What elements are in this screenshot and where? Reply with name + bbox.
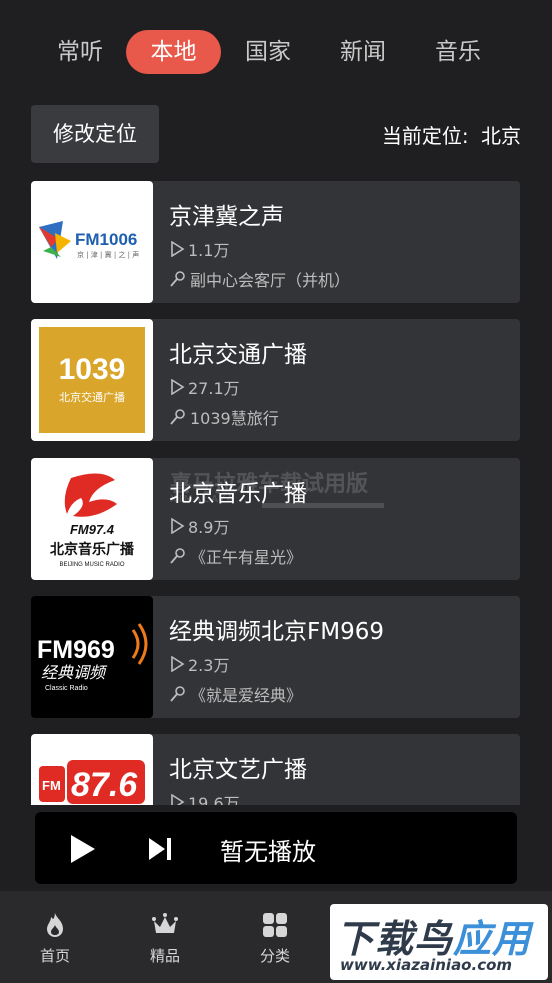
microphone-icon <box>170 548 185 564</box>
logo-subtext: 经典调频 <box>41 663 108 682</box>
station-title: 京津冀之声 <box>169 204 284 230</box>
category-tabs: 常听 本地 国家 新闻 音乐 <box>0 30 552 76</box>
next-button[interactable] <box>147 836 173 862</box>
logo-subtext: 87.6 <box>71 766 138 804</box>
nav-home[interactable]: 首页 <box>0 891 110 983</box>
station-title: 经典调频北京FM969 <box>169 619 384 645</box>
tab-news[interactable]: 新闻 <box>328 30 398 74</box>
station-item[interactable]: FM97.4 北京音乐广播 BEIJING MUSIC RADIO 北京音乐广播… <box>31 458 520 580</box>
play-count-value: 8.9万 <box>188 518 230 537</box>
trial-watermark-bar <box>262 503 384 508</box>
play-count-value: 27.1万 <box>188 379 240 398</box>
logo-subtext-2: Classic Radio <box>45 685 88 692</box>
station-list[interactable]: FM1006 京 | 津 | 冀 | 之 | 声 京津冀之声 1.1万 副中心会… <box>31 181 520 805</box>
logo-text: FM1006 <box>75 230 137 249</box>
station-logo: FM97.4 北京音乐广播 BEIJING MUSIC RADIO <box>31 458 153 580</box>
play-count-value: 1.1万 <box>188 241 230 260</box>
microphone-icon <box>170 409 185 425</box>
station-logo: 1039 北京交通广播 <box>31 319 153 441</box>
station-logo: FM1006 京 | 津 | 冀 | 之 | 声 <box>31 181 153 303</box>
logo-text: FM969 <box>37 636 115 664</box>
play-icon <box>71 835 95 863</box>
logo-text: 1039 <box>59 353 126 386</box>
now-playing-status: 暂无播放 <box>220 838 316 866</box>
logo-text: FM97.4 <box>70 522 115 537</box>
play-count: 8.9万 <box>169 514 229 538</box>
site-watermark-url: www.xiazainiao.com <box>340 956 513 974</box>
play-button[interactable] <box>65 832 99 866</box>
site-watermark-main: 下载鸟 <box>336 917 454 961</box>
play-count-icon <box>171 656 185 672</box>
nav-premium-label: 精品 <box>149 947 180 965</box>
site-watermark-logo: 下载鸟应用 www.xiazainiao.com <box>330 904 548 980</box>
microphone-icon <box>170 271 185 287</box>
play-count-icon <box>171 794 185 805</box>
station-logo: FM 87.6 <box>31 734 153 805</box>
nav-premium[interactable]: 精品 <box>110 891 220 983</box>
current-location-city: 北京 <box>481 124 521 148</box>
logo-subtext: 北京音乐广播 <box>50 541 135 558</box>
play-count: 2.3万 <box>169 652 229 676</box>
site-watermark-title: 下载鸟应用 <box>336 908 531 963</box>
play-count-value: 2.3万 <box>188 656 230 675</box>
logo-subtext: 京 | 津 | 冀 | 之 | 声 <box>77 250 139 259</box>
station-logo: FM969 经典调频 Classic Radio <box>31 596 153 718</box>
station-title: 北京文艺广播 <box>169 757 307 783</box>
logo-text: FM <box>42 778 61 793</box>
station-item[interactable]: FM969 经典调频 Classic Radio 经典调频北京FM969 2.3… <box>31 596 520 718</box>
station-item[interactable]: 1039 北京交通广播 北京交通广播 27.1万 1039慧旅行 <box>31 319 520 441</box>
host-line: 《正午有星光》 <box>169 544 302 568</box>
play-count: 27.1万 <box>169 375 240 399</box>
play-count-icon <box>171 518 185 534</box>
host-line: 《就是爱经典》 <box>169 682 302 706</box>
host-line: 1039慧旅行 <box>169 405 279 429</box>
tab-national[interactable]: 国家 <box>233 30 303 74</box>
host-name: 副中心会客厅（并机） <box>190 271 351 290</box>
nav-home-label: 首页 <box>39 947 70 965</box>
play-count-icon <box>171 241 185 257</box>
host-name: 《就是爱经典》 <box>190 686 303 705</box>
microphone-icon <box>170 686 185 702</box>
current-location: 当前定位: 北京 <box>382 120 521 149</box>
site-watermark-accent: 应用 <box>453 917 532 961</box>
play-count: 1.1万 <box>169 237 229 261</box>
nav-categories-label: 分类 <box>259 947 290 965</box>
tab-frequent[interactable]: 常听 <box>45 30 115 74</box>
logo-subtext-2: BEIJING MUSIC RADIO <box>59 562 124 568</box>
logo-subtext: 北京交通广播 <box>59 390 125 404</box>
flame-icon <box>47 913 63 937</box>
skip-next-icon <box>149 838 171 860</box>
station-item[interactable]: FM1006 京 | 津 | 冀 | 之 | 声 京津冀之声 1.1万 副中心会… <box>31 181 520 303</box>
nav-categories[interactable]: 分类 <box>220 891 330 983</box>
tab-music[interactable]: 音乐 <box>423 30 493 74</box>
play-count-value: 19.6万 <box>188 794 240 805</box>
tab-local[interactable]: 本地 <box>126 30 221 74</box>
current-location-label: 当前定位: <box>381 124 469 148</box>
crown-icon <box>152 913 178 933</box>
host-name: 《正午有星光》 <box>190 548 303 567</box>
mini-player: 暂无播放 <box>35 812 517 884</box>
play-count: 19.6万 <box>169 790 240 805</box>
change-location-button[interactable]: 修改定位 <box>31 105 159 163</box>
station-item[interactable]: FM 87.6 北京文艺广播 19.6万 <box>31 734 520 805</box>
host-line: 副中心会客厅（并机） <box>169 267 350 291</box>
play-count-icon <box>171 379 185 395</box>
station-title: 北京交通广播 <box>169 342 307 368</box>
grid-icon <box>263 913 287 937</box>
host-name: 1039慧旅行 <box>190 409 279 428</box>
